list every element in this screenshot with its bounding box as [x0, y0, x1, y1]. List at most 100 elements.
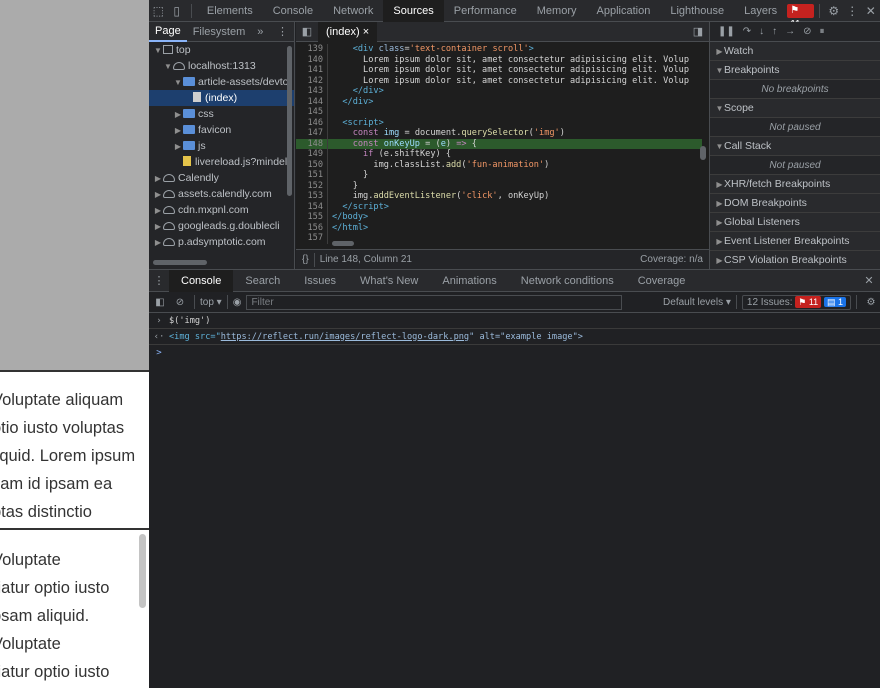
line-number[interactable]: 144	[296, 96, 328, 107]
collapsed-arrow-icon[interactable]: ▶	[173, 107, 183, 123]
tree-horizontal-scrollbar[interactable]	[153, 260, 207, 265]
drawer-tab-issues[interactable]: Issues	[292, 270, 348, 292]
tab-elements[interactable]: Elements	[197, 0, 263, 22]
line-number[interactable]: 154	[296, 201, 328, 212]
tree-scrollbar[interactable]	[287, 46, 292, 196]
collapsed-arrow-icon[interactable]: ▶	[153, 235, 163, 251]
code-line[interactable]: 141 Lorem ipsum dolor sit, amet consecte…	[296, 65, 702, 76]
toggle-navigator-icon[interactable]: ◧	[296, 25, 318, 38]
step-into-icon[interactable]: ↓	[759, 26, 764, 37]
tree-item[interactable]: (index)	[149, 90, 294, 106]
section-breakpoints[interactable]: ▼Breakpoints	[710, 61, 880, 80]
code-line[interactable]: 157	[296, 233, 702, 244]
line-number[interactable]: 148	[296, 138, 328, 149]
tab-page[interactable]: Page	[149, 22, 187, 42]
tree-item[interactable]: ▶ favicon	[149, 122, 294, 138]
pause-icon[interactable]: ❚❚	[718, 26, 735, 37]
code-line[interactable]: 148 const onKeyUp = (e) => {	[296, 138, 702, 149]
editor-tab-index[interactable]: (index) ×	[318, 21, 378, 42]
collapsed-arrow-icon[interactable]: ▶	[173, 123, 183, 139]
scrollbar-thumb[interactable]	[139, 534, 146, 608]
image-src-link[interactable]: https://reflect.run/images/reflect-logo-…	[221, 329, 469, 345]
expanded-arrow-icon[interactable]: ▼	[163, 59, 173, 75]
step-out-icon[interactable]: ↑	[772, 26, 777, 37]
toggle-debugger-icon[interactable]: ◨	[687, 25, 709, 38]
text-container-1[interactable]: Voluptate aliquam otio iusto voluptas liqu…	[0, 386, 149, 526]
close-tab-icon[interactable]: ×	[363, 26, 369, 38]
line-number[interactable]: 140	[296, 54, 328, 65]
tree-item[interactable]: ▼ article-assets/devto	[149, 74, 294, 90]
code-line[interactable]: 143 </div>	[296, 86, 702, 97]
code-line[interactable]: 142 Lorem ipsum dolor sit, amet consecte…	[296, 75, 702, 86]
live-expression-eye-icon[interactable]: ◉	[233, 297, 242, 308]
drawer-tab-animations[interactable]: Animations	[430, 270, 508, 292]
section-global-listeners[interactable]: ▶Global Listeners	[710, 213, 880, 232]
line-number[interactable]: 153	[296, 191, 328, 202]
tree-item[interactable]: ▶ css	[149, 106, 294, 122]
code-line[interactable]: 145	[296, 107, 702, 118]
sidebar-toggle-icon[interactable]: ◧	[149, 297, 171, 308]
collapsed-arrow-icon[interactable]: ▶	[173, 139, 183, 155]
clear-console-icon[interactable]: ⊘	[171, 297, 189, 308]
drawer-tab-coverage[interactable]: Coverage	[626, 270, 698, 292]
pause-on-exceptions-icon[interactable]: ⏸	[820, 26, 825, 37]
code-line[interactable]: 152 }	[296, 180, 702, 191]
code-line[interactable]: 156 </html>	[296, 222, 702, 233]
code-line[interactable]: 153 img.addEventListener('click', onKeyU…	[296, 191, 702, 202]
collapsed-arrow-icon[interactable]: ▶	[153, 187, 163, 203]
tree-item[interactable]: ▶ cdn.mxpnl.com	[149, 202, 294, 218]
tree-item[interactable]: ▶ p.adsymptotic.com	[149, 234, 294, 250]
expanded-arrow-icon[interactable]: ▼	[173, 75, 183, 91]
line-number[interactable]: 146	[296, 117, 328, 128]
section-dom-breakpoints[interactable]: ▶DOM Breakpoints	[710, 194, 880, 213]
text-container-scroll[interactable]: Voluptate riatur optio iusto psam aliquid.…	[0, 546, 149, 686]
code-line[interactable]: 140 Lorem ipsum dolor sit, amet consecte…	[296, 54, 702, 65]
issues-counter[interactable]: 12 Issues: ⚑ 11 ▤ 1	[741, 294, 851, 310]
tree-item[interactable]: ▶ Calendly	[149, 170, 294, 186]
line-number[interactable]: 143	[296, 86, 328, 97]
section-scope[interactable]: ▼Scope	[710, 99, 880, 118]
device-toolbar-icon[interactable]: ▯	[167, 4, 185, 18]
line-number[interactable]: 149	[296, 149, 328, 160]
tab-network[interactable]: Network	[323, 0, 383, 22]
line-number[interactable]: 156	[296, 222, 328, 233]
tree-item[interactable]: ▼ top	[149, 42, 294, 58]
line-number[interactable]: 152	[296, 180, 328, 191]
line-number[interactable]: 141	[296, 65, 328, 76]
console-filter-input[interactable]: Filter	[246, 294, 623, 310]
more-options-icon[interactable]: ⋮	[271, 22, 294, 42]
line-number[interactable]: 157	[296, 233, 328, 244]
editor-horizontal-scrollbar[interactable]	[332, 241, 354, 246]
drawer-menu-icon[interactable]: ⋮	[149, 274, 169, 287]
code-line[interactable]: 146 <script>	[296, 117, 702, 128]
tree-item[interactable]: ▶ js	[149, 138, 294, 154]
drawer-tab-what-s-new[interactable]: What's New	[348, 270, 430, 292]
code-line[interactable]: 144 </div>	[296, 96, 702, 107]
tree-item[interactable]: ▶ assets.calendly.com	[149, 186, 294, 202]
tab-performance[interactable]: Performance	[444, 0, 527, 22]
code-lines[interactable]: 139 <div class='text-container scroll'> 1…	[296, 44, 702, 249]
code-line[interactable]: 149 if (e.shiftKey) {	[296, 149, 702, 160]
line-number[interactable]: 142	[296, 75, 328, 86]
more-options-icon[interactable]: ⋮	[843, 4, 861, 18]
error-count-badge[interactable]: ⚑ 11	[787, 3, 814, 30]
code-line[interactable]: 151 }	[296, 170, 702, 181]
section-call-stack[interactable]: ▼Call Stack	[710, 137, 880, 156]
tree-item[interactable]: ▼ localhost:1313	[149, 58, 294, 74]
log-levels-dropdown[interactable]: Default levels ▾	[663, 297, 731, 308]
code-line[interactable]: 139 <div class='text-container scroll'>	[296, 44, 702, 55]
line-number[interactable]: 155	[296, 212, 328, 223]
drawer-tab-search[interactable]: Search	[233, 270, 292, 292]
tab-lighthouse[interactable]: Lighthouse	[660, 0, 734, 22]
section-csp-violation-breakpoints[interactable]: ▶CSP Violation Breakpoints	[710, 251, 880, 269]
drawer-tab-network-conditions[interactable]: Network conditions	[509, 270, 626, 292]
section-xhr-fetch-breakpoints[interactable]: ▶XHR/fetch Breakpoints	[710, 175, 880, 194]
tree-item[interactable]: ▶ googleads.g.doublecli	[149, 218, 294, 234]
code-line[interactable]: 147 const img = document.querySelector('…	[296, 128, 702, 139]
tab-console[interactable]: Console	[263, 0, 323, 22]
settings-gear-icon[interactable]: ⚙	[825, 4, 843, 18]
tab-memory[interactable]: Memory	[527, 0, 587, 22]
collapsed-arrow-icon[interactable]: ▶	[153, 203, 163, 219]
line-number[interactable]: 145	[296, 107, 328, 118]
console-prompt-line[interactable]: >	[149, 345, 880, 361]
